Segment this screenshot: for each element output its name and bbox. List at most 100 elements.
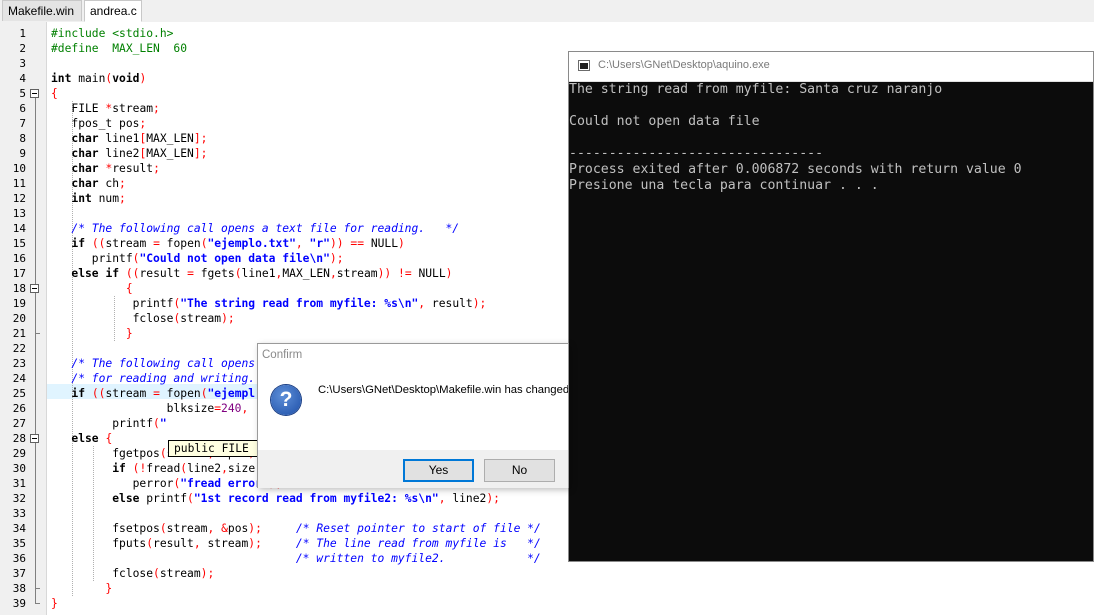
line-number: 17 bbox=[12, 267, 26, 280]
console-line: Presione una tecla para continuar . . . bbox=[569, 178, 879, 193]
code-line[interactable]: fpos_t pos; bbox=[51, 116, 146, 131]
console-line: Could not open data file bbox=[569, 114, 760, 129]
console-app-icon bbox=[578, 60, 590, 71]
line-number: 19 bbox=[12, 297, 26, 310]
line-number: 11 bbox=[12, 177, 26, 190]
code-line[interactable]: blksize=240, bbox=[51, 401, 249, 416]
line-number: 6 bbox=[19, 102, 26, 115]
line-number: 13 bbox=[12, 207, 26, 220]
code-line[interactable]: /* The following call opens a text file … bbox=[51, 221, 459, 236]
no-button[interactable]: No bbox=[484, 459, 555, 482]
code-line[interactable]: #include <stdio.h> bbox=[51, 26, 173, 41]
console-line: Process exited after 0.006872 seconds wi… bbox=[569, 162, 1022, 177]
line-number: 23 bbox=[12, 357, 26, 370]
confirm-dialog[interactable]: Confirm ? C:\Users\GNet\Desktop\Makefile… bbox=[257, 343, 569, 488]
code-line[interactable]: } bbox=[51, 581, 112, 596]
code-line[interactable]: if (!fread(line2,size bbox=[51, 461, 255, 476]
line-number: 12 bbox=[12, 192, 26, 205]
code-line[interactable]: char *result; bbox=[51, 161, 159, 176]
code-line[interactable]: int main(void) bbox=[51, 71, 146, 86]
line-number: 1 bbox=[19, 27, 26, 40]
code-line[interactable]: { bbox=[51, 86, 58, 101]
line-number: 22 bbox=[12, 342, 26, 355]
line-number: 30 bbox=[12, 462, 26, 475]
code-line[interactable]: } bbox=[51, 326, 133, 341]
line-number: 36 bbox=[12, 552, 26, 565]
code-line[interactable]: fclose(stream); bbox=[51, 311, 235, 326]
code-line[interactable]: #define MAX_LEN 60 bbox=[51, 41, 187, 56]
dialog-message: C:\Users\GNet\Desktop\Makefile.win has c… bbox=[318, 384, 568, 396]
line-number: 31 bbox=[12, 477, 26, 490]
line-number: 2 bbox=[19, 42, 26, 55]
line-number: 8 bbox=[19, 132, 26, 145]
console-title: C:\Users\GNet\Desktop\aquino.exe bbox=[598, 59, 770, 71]
line-number: 26 bbox=[12, 402, 26, 415]
fold-range-line bbox=[35, 443, 36, 588]
code-line[interactable]: char ch; bbox=[51, 176, 125, 191]
code-line[interactable]: fclose(stream); bbox=[51, 566, 214, 581]
code-line[interactable]: perror("fread error"); bbox=[51, 476, 283, 491]
tab-andrea-c[interactable]: andrea.c bbox=[84, 0, 142, 22]
line-number: 35 bbox=[12, 537, 26, 550]
tab-makefile[interactable]: Makefile.win bbox=[2, 0, 82, 21]
code-line[interactable]: { bbox=[51, 281, 133, 296]
fold-end-mark bbox=[35, 333, 40, 334]
fold-end-mark bbox=[35, 603, 40, 604]
line-number: 25 bbox=[12, 387, 26, 400]
fold-range-line bbox=[35, 293, 36, 333]
line-number: 3 bbox=[19, 57, 26, 70]
code-line[interactable]: char line2[MAX_LEN]; bbox=[51, 146, 207, 161]
code-line[interactable]: /* The following call opens bbox=[51, 356, 255, 371]
code-line[interactable]: else { bbox=[51, 431, 112, 446]
console-window[interactable]: C:\Users\GNet\Desktop\aquino.exe The str… bbox=[568, 51, 1094, 562]
line-number: 34 bbox=[12, 522, 26, 535]
question-icon: ? bbox=[271, 385, 301, 415]
line-number: 14 bbox=[12, 222, 26, 235]
code-line[interactable]: FILE *stream; bbox=[51, 101, 159, 116]
line-number: 38 bbox=[12, 582, 26, 595]
line-number: 28 bbox=[12, 432, 26, 445]
code-line[interactable]: int num; bbox=[51, 191, 125, 206]
line-number: 20 bbox=[12, 312, 26, 325]
line-number: 4 bbox=[19, 72, 26, 85]
line-number: 32 bbox=[12, 492, 26, 505]
line-number: 15 bbox=[12, 237, 26, 250]
fold-end-mark bbox=[35, 588, 40, 589]
code-line[interactable]: if ((stream = fopen("ejemplo.txt", "r"))… bbox=[51, 236, 404, 251]
code-line[interactable]: char line1[MAX_LEN]; bbox=[51, 131, 207, 146]
code-line[interactable]: printf(" bbox=[51, 416, 166, 431]
dialog-titlebar[interactable]: Confirm bbox=[258, 344, 568, 368]
line-number: 27 bbox=[12, 417, 26, 430]
line-number: 37 bbox=[12, 567, 26, 580]
line-number: 7 bbox=[19, 117, 26, 130]
console-line: The string read from myfile: Santa cruz … bbox=[569, 82, 943, 97]
code-line[interactable]: printf("The string read from myfile: %s\… bbox=[51, 296, 487, 311]
line-number: 16 bbox=[12, 252, 26, 265]
line-number: 24 bbox=[12, 372, 26, 385]
fold-toggle-icon[interactable] bbox=[30, 434, 39, 443]
line-number: 21 bbox=[12, 327, 26, 340]
code-line[interactable]: /* for reading and writing. bbox=[51, 371, 255, 386]
console-titlebar[interactable]: C:\Users\GNet\Desktop\aquino.exe bbox=[569, 52, 1093, 82]
line-number: 33 bbox=[12, 507, 26, 520]
dialog-content: ? C:\Users\GNet\Desktop\Makefile.win has… bbox=[258, 368, 568, 488]
code-line[interactable]: /* written to myfile2. */ bbox=[51, 551, 541, 566]
code-line[interactable]: fsetpos(stream, &pos); /* Reset pointer … bbox=[51, 521, 541, 536]
line-number: 29 bbox=[12, 447, 26, 460]
line-number: 39 bbox=[12, 597, 26, 610]
yes-button[interactable]: Yes bbox=[403, 459, 474, 482]
hover-tooltip: public FILE bbox=[168, 440, 260, 457]
line-number: 18 bbox=[12, 282, 26, 295]
editor-tab-bar: Makefile.win andrea.c bbox=[0, 0, 1094, 23]
code-line[interactable]: printf("Could not open data file\n"); bbox=[51, 251, 344, 266]
code-line[interactable]: fputs(result, stream); /* The line read … bbox=[51, 536, 541, 551]
fold-toggle-icon[interactable] bbox=[30, 284, 39, 293]
console-line: -------------------------------- bbox=[569, 146, 824, 161]
code-line[interactable]: if ((stream = fopen("ejempl bbox=[51, 386, 255, 401]
fold-toggle-icon[interactable] bbox=[30, 89, 39, 98]
dialog-title: Confirm bbox=[262, 349, 303, 361]
dialog-footer: Yes No bbox=[258, 450, 568, 488]
code-line[interactable]: else if ((result = fgets(line1,MAX_LEN,s… bbox=[51, 266, 452, 281]
code-line[interactable]: } bbox=[51, 596, 58, 611]
code-line[interactable]: else printf("1st record read from myfile… bbox=[51, 491, 500, 506]
